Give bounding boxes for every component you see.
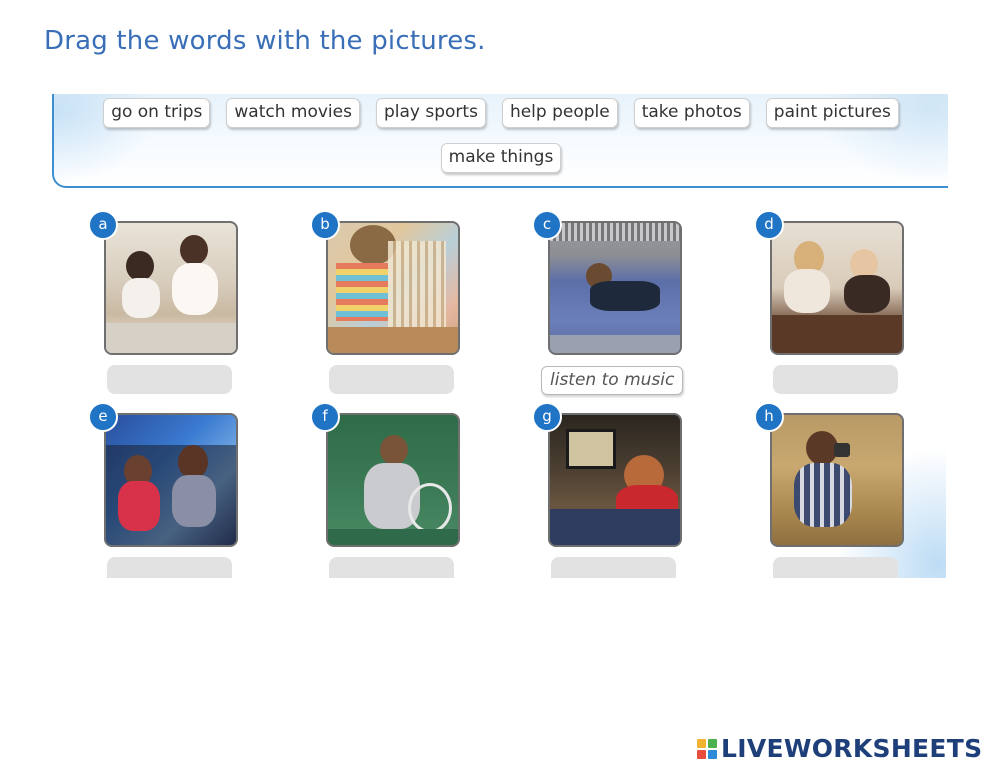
word-chip-go-on-trips[interactable]: go on trips: [103, 98, 211, 128]
letter-badge: g: [532, 402, 562, 432]
answer-drop-zone[interactable]: [107, 557, 232, 578]
letter-badge: b: [310, 210, 340, 240]
word-chip-help-people[interactable]: help people: [501, 98, 618, 128]
answer-drop-zone[interactable]: [329, 557, 454, 578]
answer-drop-zone[interactable]: [107, 365, 232, 394]
photo-boy-watching-tv: [548, 413, 682, 547]
letter-badge: c: [532, 210, 562, 240]
photo-model-building: [326, 221, 460, 355]
word-chip-paint-pictures[interactable]: paint pictures: [765, 98, 899, 128]
answer-drop-zone[interactable]: [551, 557, 676, 578]
photo-roller-coaster: [104, 413, 238, 547]
letter-badge: f: [310, 402, 340, 432]
instruction-heading: Drag the words with the pictures.: [44, 26, 486, 56]
letter-badge: e: [88, 402, 118, 432]
letter-badge: h: [754, 402, 784, 432]
photo-boy-tennis: [326, 413, 460, 547]
word-bank-row-1: go on trips watch movies play sports hel…: [54, 98, 948, 128]
photo-boy-on-bed: [548, 221, 682, 355]
answer-drop-zone-filled[interactable]: listen to music: [541, 366, 684, 395]
photo-boy-camera: [770, 413, 904, 547]
picture-area: a b c listen to music d e f g h: [52, 196, 946, 578]
logo-text: LIVEWORKSHEETS: [721, 734, 983, 763]
letter-badge: d: [754, 210, 784, 240]
word-chip-play-sports[interactable]: play sports: [375, 98, 486, 128]
word-bank: go on trips watch movies play sports hel…: [52, 94, 948, 188]
logo-tile: [697, 749, 706, 759]
logo-tile: [697, 738, 706, 748]
answer-drop-zone[interactable]: [329, 365, 454, 394]
logo-mark-icon: [697, 738, 717, 759]
liveworksheets-logo: LIVEWORKSHEETS: [697, 734, 982, 763]
logo-tile: [708, 749, 717, 759]
word-chip-make-things[interactable]: make things: [440, 143, 562, 173]
logo-tile: [708, 738, 717, 748]
answer-drop-zone[interactable]: [773, 557, 898, 578]
word-chip-take-photos[interactable]: take photos: [633, 98, 750, 128]
answer-drop-zone[interactable]: [773, 365, 898, 394]
letter-badge: a: [88, 210, 118, 240]
photo-kids-eating: [770, 221, 904, 355]
word-bank-row-2: make things: [54, 143, 948, 173]
photo-cooking: [104, 221, 238, 355]
word-chip-watch-movies[interactable]: watch movies: [226, 98, 360, 128]
